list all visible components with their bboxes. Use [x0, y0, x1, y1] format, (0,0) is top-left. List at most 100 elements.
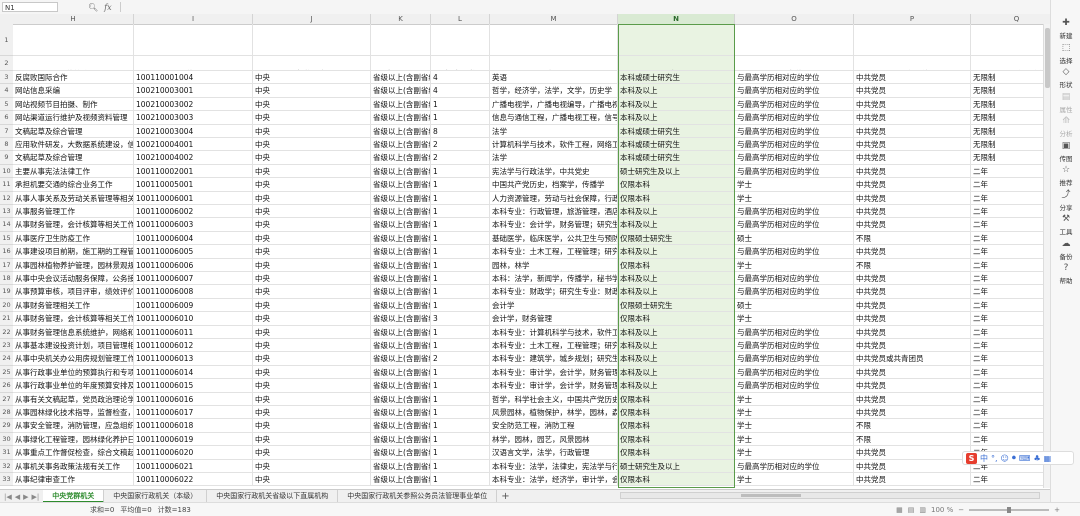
side-panel-help[interactable]: ? 帮助: [1051, 263, 1080, 285]
table-cell[interactable]: 省级以上(含副省级): [371, 285, 431, 298]
table-cell[interactable]: 二年: [971, 393, 1050, 405]
table-cell[interactable]: 中共党员: [854, 406, 971, 419]
table-cell[interactable]: 中共党员: [854, 138, 971, 151]
table-cell[interactable]: 中央: [253, 379, 371, 392]
table-cell[interactable]: 中共党员: [854, 446, 971, 459]
table-cell[interactable]: 从事重点工作督促检查，综合文稿起: [13, 446, 134, 459]
table-cell[interactable]: 省级以上(含副省级): [371, 419, 431, 432]
row-number[interactable]: 11: [0, 178, 13, 192]
table-cell[interactable]: 二年: [971, 406, 1050, 418]
table-cell[interactable]: 本科及以上: [618, 205, 735, 218]
table-cell[interactable]: 4: [431, 84, 490, 97]
table-cell[interactable]: 主要从事宪法法律工作: [13, 164, 134, 178]
table-cell[interactable]: 园林，林学: [490, 258, 618, 271]
table-cell[interactable]: 1: [431, 258, 490, 271]
side-panel-upload-image[interactable]: ▣ 传图: [1051, 141, 1080, 163]
table-cell[interactable]: [13, 24, 134, 55]
row-number[interactable]: 13: [0, 205, 13, 219]
normal-view-icon[interactable]: ▦: [896, 506, 903, 514]
table-cell[interactable]: 1: [431, 325, 490, 338]
table-cell[interactable]: 1: [431, 419, 490, 432]
table-cell[interactable]: 宪法学与行政法学，中共党史: [490, 164, 618, 178]
table-cell[interactable]: 省级以上(含副省级): [371, 231, 431, 245]
table-cell[interactable]: 与最高学历相对应的学位: [735, 245, 854, 258]
table-cell[interactable]: 本科及以上: [618, 97, 735, 111]
row-number[interactable]: 1: [0, 24, 13, 56]
table-cell[interactable]: 中央: [253, 151, 371, 164]
table-cell[interactable]: 省级以上(含副省级): [371, 245, 431, 258]
table-cell[interactable]: 哲学，经济学，法学，文学，历史学: [490, 84, 618, 97]
table-cell[interactable]: 本科及以上: [618, 325, 735, 338]
table-cell[interactable]: 本科或硕士研究生: [618, 151, 735, 164]
table-cell[interactable]: 100210003003: [134, 111, 253, 124]
table-cell[interactable]: 省级以上(含副省级): [371, 325, 431, 338]
table-cell[interactable]: 本科专业：财政学；研究生专业：财政: [490, 285, 618, 298]
sogou-logo-icon[interactable]: S: [966, 452, 977, 464]
table-cell[interactable]: 从事中央会议活动服务保障，公务接: [13, 272, 134, 285]
table-cell[interactable]: 从事医疗卫生防疫工作: [13, 231, 134, 245]
table-cell[interactable]: 从事建设项目前期，施工期的工程管: [13, 245, 134, 258]
page-layout-icon[interactable]: ▤: [908, 506, 915, 514]
table-cell[interactable]: 1: [431, 218, 490, 231]
table-cell[interactable]: 100210003002: [134, 97, 253, 111]
table-cell[interactable]: 1: [431, 446, 490, 459]
table-cell[interactable]: 仅限本科: [618, 392, 735, 405]
column-header-O[interactable]: O: [735, 14, 854, 24]
punctuation-icon[interactable]: °,: [991, 454, 998, 463]
table-cell[interactable]: 省级以上(含副省级): [371, 151, 431, 164]
table-cell[interactable]: 不限: [854, 419, 971, 432]
table-cell[interactable]: 不限: [854, 258, 971, 271]
table-cell[interactable]: 中央: [253, 352, 371, 365]
table-cell[interactable]: [431, 24, 490, 55]
add-sheet-button[interactable]: +: [501, 491, 509, 502]
table-cell[interactable]: 省级以上(含副省级): [371, 218, 431, 231]
table-cell[interactable]: 与最高学历相对应的学位: [735, 71, 854, 84]
table-cell[interactable]: 二年: [971, 366, 1050, 378]
table-cell[interactable]: 从事行政事业单位的预算执行和专项: [13, 365, 134, 379]
table-cell[interactable]: 中央: [253, 365, 371, 379]
table-cell[interactable]: 省级以上(含副省级): [371, 138, 431, 151]
table-cell[interactable]: 二年: [971, 326, 1050, 338]
column-header-P[interactable]: P: [854, 14, 971, 24]
table-cell[interactable]: 100110006022: [134, 473, 253, 486]
table-cell[interactable]: 1: [431, 231, 490, 245]
table-cell[interactable]: [134, 24, 253, 55]
table-cell[interactable]: 本科专业：计算机科学与技术，软件工: [490, 325, 618, 338]
table-cell[interactable]: 与最高学历相对应的学位: [735, 285, 854, 298]
table-cell[interactable]: 二年: [971, 218, 1050, 230]
table-cell[interactable]: 中央: [253, 459, 371, 472]
skin-icon[interactable]: ♣: [1033, 454, 1040, 463]
table-cell[interactable]: 学士: [735, 406, 854, 419]
table-cell[interactable]: 应用软件研发，大数据系统建设，信: [13, 138, 134, 151]
row-number[interactable]: 14: [0, 218, 13, 232]
table-cell[interactable]: 中央: [253, 432, 371, 446]
table-cell[interactable]: 从事服务管理工作: [13, 205, 134, 218]
table-cell[interactable]: 二年: [971, 192, 1050, 204]
table-cell[interactable]: 与最高学历相对应的学位: [735, 365, 854, 379]
table-cell[interactable]: 仅限硕士研究生: [618, 298, 735, 312]
table-cell[interactable]: 本科专业：会计学，财务管理；研究生: [490, 218, 618, 231]
column-title[interactable]: 招考人数: [431, 56, 490, 70]
table-cell[interactable]: 中央: [253, 205, 371, 218]
table-cell[interactable]: 中央: [253, 71, 371, 84]
table-cell[interactable]: 中共党员: [854, 379, 971, 392]
table-cell[interactable]: 本科专业：审计学，会计学，财务管理: [490, 365, 618, 379]
fx-icon[interactable]: fx: [104, 3, 111, 12]
table-cell[interactable]: 本科专业：行政管理，旅游管理，酒店: [490, 205, 618, 218]
zoom-slider-handle[interactable]: [1007, 506, 1012, 513]
table-cell[interactable]: 1: [431, 432, 490, 446]
table-cell[interactable]: 省级以上(含副省级): [371, 392, 431, 405]
table-cell[interactable]: 中共党员: [854, 473, 971, 486]
table-cell[interactable]: 1: [431, 111, 490, 124]
table-cell[interactable]: 8: [431, 124, 490, 137]
table-cell[interactable]: 中央: [253, 392, 371, 405]
prev-sheet-icon[interactable]: ◀: [15, 493, 20, 501]
table-cell[interactable]: 中共党员: [854, 298, 971, 312]
table-cell[interactable]: 与最高学历相对应的学位: [735, 325, 854, 338]
table-cell[interactable]: 中央: [253, 258, 371, 271]
table-cell[interactable]: 人力资源管理，劳动与社会保障，行政: [490, 191, 618, 204]
table-cell[interactable]: 100110005001: [134, 178, 253, 191]
table-cell[interactable]: 会计学: [490, 298, 618, 312]
table-cell[interactable]: 二年: [971, 473, 1050, 485]
table-cell[interactable]: 1: [431, 285, 490, 298]
